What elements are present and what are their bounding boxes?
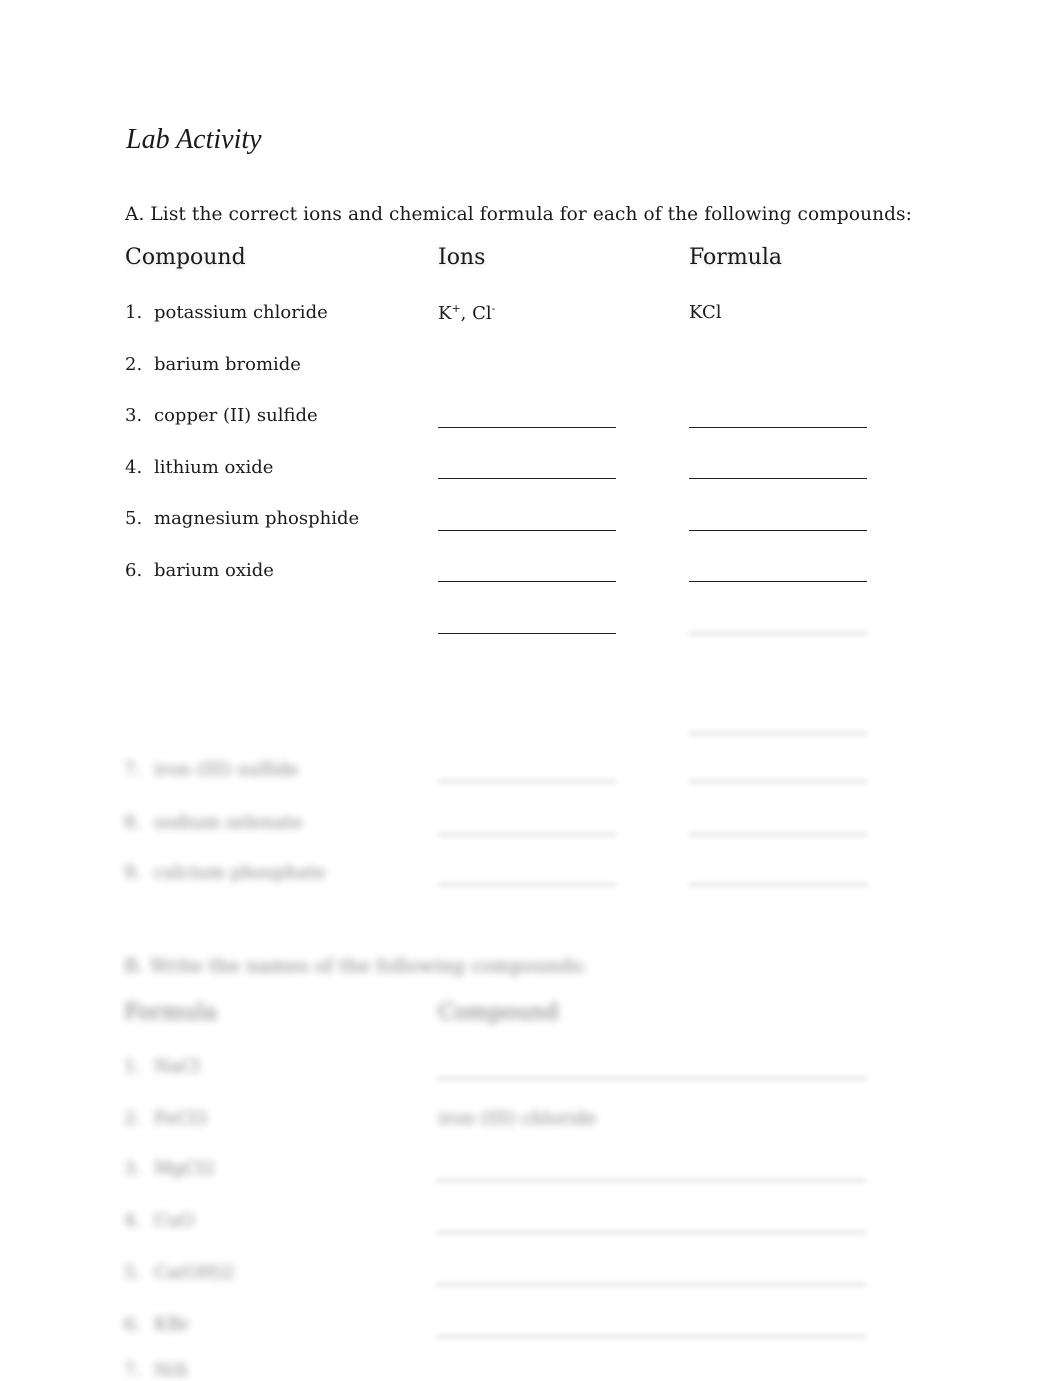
section-b-instruction: B. Write the names of the following comp… bbox=[124, 955, 588, 977]
row-number: 3. bbox=[124, 1158, 142, 1179]
ions-answer-line[interactable] bbox=[438, 781, 616, 782]
row-number: 6. bbox=[124, 1314, 142, 1335]
row-number: 4. bbox=[124, 1210, 142, 1231]
header-compound: Compound bbox=[125, 245, 246, 270]
compound-name: iron (III) sulfide bbox=[154, 759, 299, 780]
header-formula: Formula bbox=[689, 245, 783, 270]
row-number: 2. bbox=[124, 1108, 142, 1129]
compound-name: copper (II) sulfide bbox=[154, 405, 318, 426]
row-number: 8. bbox=[124, 812, 142, 833]
compound-name: magnesium phosphide bbox=[154, 508, 360, 529]
example-formula: KCl bbox=[689, 302, 722, 323]
section-a-instruction: A. List the correct ions and chemical fo… bbox=[125, 204, 912, 225]
compound-name: lithium oxide bbox=[154, 457, 274, 478]
compound-name: barium oxide bbox=[154, 560, 274, 581]
formula-answer-line[interactable] bbox=[689, 633, 867, 634]
compound-answer-line[interactable] bbox=[437, 1284, 866, 1285]
compound-name: sodium selenate bbox=[154, 812, 303, 833]
ions-answer-line[interactable] bbox=[438, 427, 616, 428]
compound-answer-line[interactable] bbox=[437, 1078, 866, 1079]
formula: MgCl2 bbox=[154, 1158, 215, 1179]
compound-answer: iron (III) chloride bbox=[438, 1108, 597, 1129]
row-number: 9. bbox=[124, 862, 142, 883]
ions-answer-line[interactable] bbox=[438, 478, 616, 479]
compound-name: barium bromide bbox=[154, 354, 301, 375]
formula-answer-line[interactable] bbox=[689, 478, 867, 479]
formula: NaCl bbox=[154, 1056, 201, 1077]
row-number: 7. bbox=[124, 759, 142, 780]
row-number: 7. bbox=[124, 1360, 142, 1381]
ion-charge: - bbox=[491, 302, 496, 315]
ion-charge: + bbox=[451, 302, 461, 315]
ions-answer-line[interactable] bbox=[438, 834, 616, 835]
ions-answer-line[interactable] bbox=[438, 581, 616, 582]
header-b-formula: Formula bbox=[124, 1000, 218, 1025]
formula-answer-line[interactable] bbox=[689, 427, 867, 428]
header-b-compound: Compound bbox=[438, 1000, 559, 1025]
row-number: 2. bbox=[125, 354, 143, 375]
formula: KBr bbox=[154, 1314, 190, 1335]
compound-name: potassium chloride bbox=[154, 302, 328, 323]
ion-cl: , Cl bbox=[460, 303, 492, 324]
ion-k: K bbox=[438, 303, 452, 324]
compound-answer-line[interactable] bbox=[437, 1232, 866, 1233]
row-number: 5. bbox=[125, 508, 143, 529]
row-number: 4. bbox=[125, 457, 143, 478]
ions-answer-line[interactable] bbox=[438, 530, 616, 531]
ions-answer-line[interactable] bbox=[438, 884, 616, 885]
example-ions: K+, Cl- bbox=[438, 302, 495, 324]
formula: Ca(OH)2 bbox=[154, 1262, 235, 1283]
compound-answer-line[interactable] bbox=[437, 1336, 866, 1337]
answer-line bbox=[689, 733, 867, 734]
header-ions: Ions bbox=[438, 245, 486, 270]
formula-answer-line[interactable] bbox=[689, 581, 867, 582]
compound-name: calcium phosphate bbox=[154, 862, 326, 883]
row-number: 5. bbox=[124, 1262, 142, 1283]
formula: NiS bbox=[154, 1360, 188, 1381]
formula: CuO bbox=[154, 1210, 195, 1231]
formula: FeCl3 bbox=[154, 1108, 208, 1129]
row-number: 3. bbox=[125, 405, 143, 426]
ions-answer-line[interactable] bbox=[438, 633, 616, 634]
formula-answer-line[interactable] bbox=[689, 530, 867, 531]
formula-answer-line[interactable] bbox=[689, 781, 867, 782]
formula-answer-line[interactable] bbox=[689, 834, 867, 835]
row-number: 1. bbox=[125, 302, 143, 323]
row-number: 1. bbox=[124, 1056, 142, 1077]
compound-answer-line[interactable] bbox=[437, 1180, 866, 1181]
page-title: Lab Activity bbox=[126, 124, 262, 155]
row-number: 6. bbox=[125, 560, 143, 581]
formula-answer-line[interactable] bbox=[689, 884, 867, 885]
